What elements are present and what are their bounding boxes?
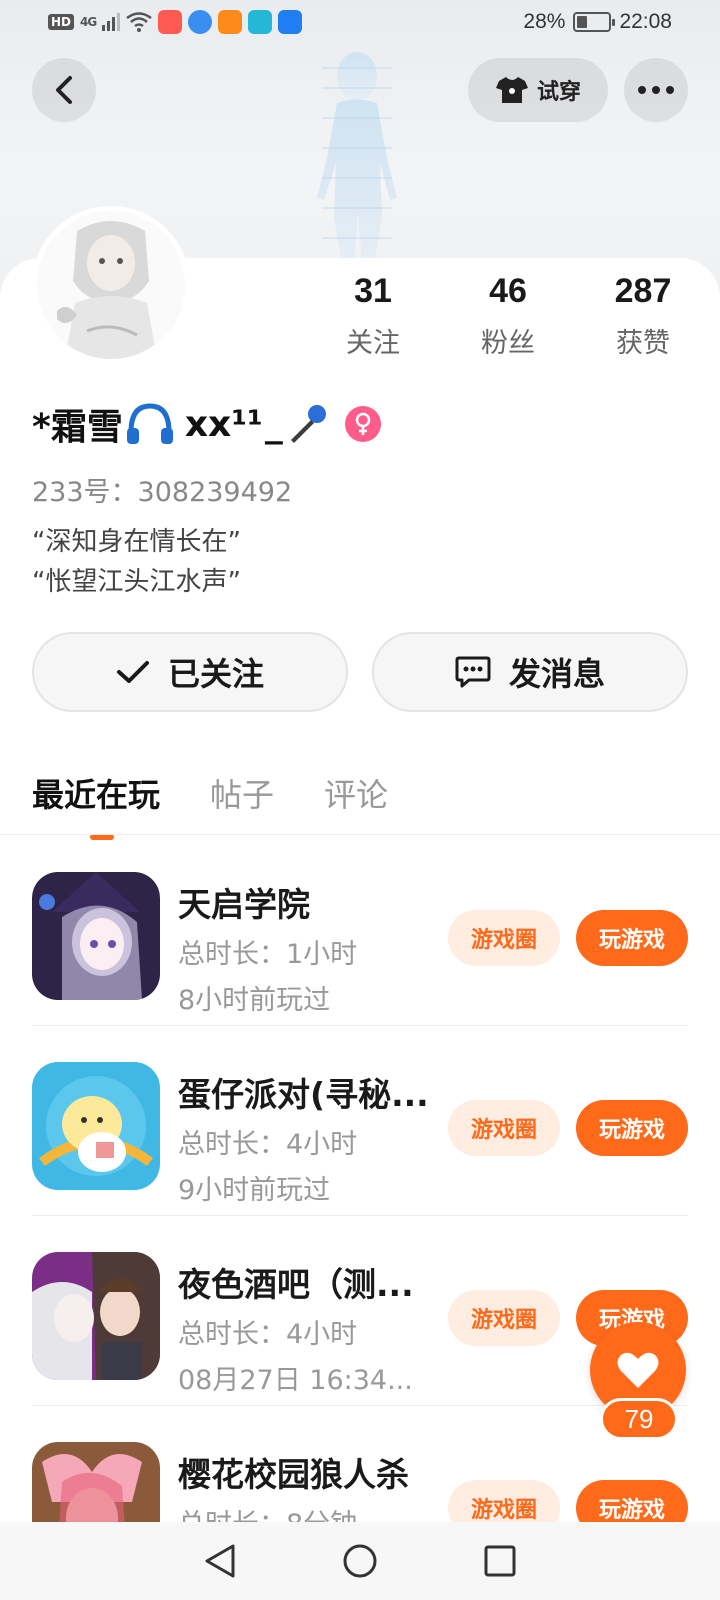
- tshirt-icon: [495, 77, 528, 103]
- game-circle-button[interactable]: 游戏圈: [448, 1480, 560, 1522]
- play-game-button[interactable]: 玩游戏: [576, 1480, 688, 1522]
- stat-followers[interactable]: 46 粉丝: [453, 272, 563, 360]
- bio-line-2: “怅望江头江水声”: [32, 567, 241, 597]
- browser-app-icon: [188, 10, 213, 34]
- message-button-label: 发消息: [508, 655, 605, 693]
- game-circle-button[interactable]: 游戏圈: [448, 1100, 560, 1156]
- tab-posts-label: 帖子: [210, 776, 275, 814]
- tab-comments[interactable]: 评论: [324, 770, 388, 816]
- nickname-mid: xx¹¹: [184, 403, 263, 445]
- signal-icon: 4G: [80, 15, 97, 29]
- battery-percent: 28%: [523, 10, 566, 33]
- game-icon: [32, 1062, 160, 1190]
- profile-tabs: 最近在玩 帖子 评论: [32, 770, 388, 840]
- signal-bars-icon: [102, 13, 121, 31]
- system-nav-bar: [0, 1522, 720, 1600]
- more-button[interactable]: [624, 58, 688, 122]
- more-icon: [638, 86, 674, 94]
- followers-label: 粉丝: [481, 328, 535, 359]
- game-duration: 总时长：1小时: [178, 939, 358, 970]
- following-button[interactable]: 已关注: [32, 632, 348, 712]
- tips-app-icon: [278, 10, 303, 34]
- female-gender-icon: [344, 406, 381, 442]
- game-duration: 总时长：8分钟: [178, 1502, 357, 1522]
- stat-following[interactable]: 31 关注: [318, 272, 428, 360]
- game-last-played: 08月27日 16:34...: [178, 1365, 413, 1396]
- tab-recently-played[interactable]: 最近在玩: [32, 770, 161, 840]
- game-title: 夜色酒吧（测...: [178, 1265, 414, 1304]
- game-last-played: 9小时前玩过: [178, 1175, 331, 1206]
- following-label: 关注: [346, 328, 400, 359]
- message-button[interactable]: 发消息: [372, 632, 688, 712]
- game-icon: [32, 872, 160, 1000]
- tabs-divider: [0, 834, 720, 835]
- try-on-label: 试穿: [536, 80, 581, 105]
- list-item[interactable]: 天启学院 总时长：1小时 8小时前玩过 游戏圈 玩游戏: [0, 836, 720, 1026]
- game-circle-button[interactable]: 游戏圈: [448, 1290, 560, 1346]
- game-duration: 总时长：4小时: [178, 1129, 358, 1160]
- bio-line-1: “深知身在情长在”: [32, 527, 241, 557]
- game-icon: [32, 1442, 160, 1522]
- avatar[interactable]: [32, 206, 190, 364]
- hd-indicator: HD: [48, 14, 75, 30]
- user-id: 233号：308239492: [32, 477, 293, 508]
- tab-posts[interactable]: 帖子: [210, 770, 274, 816]
- game-title: 蛋仔派对(寻秘...: [178, 1075, 429, 1114]
- microphone-icon: [290, 405, 326, 443]
- back-button[interactable]: [32, 58, 96, 122]
- check-icon: [116, 661, 149, 683]
- video-app-icon: [218, 10, 243, 34]
- nickname-suffix: _: [264, 403, 283, 445]
- shopping-app-icon: [158, 10, 183, 34]
- clock: 22:08: [619, 10, 672, 33]
- nickname-prefix: *霜雪: [32, 407, 123, 448]
- battery-icon: [573, 12, 616, 32]
- headphones-icon: [126, 403, 173, 444]
- play-game-button[interactable]: 玩游戏: [576, 1100, 688, 1156]
- heart-icon: [617, 1352, 659, 1388]
- tab-comments-label: 评论: [324, 776, 389, 814]
- game-title: 天启学院: [178, 885, 310, 924]
- wifi-icon: [126, 12, 152, 32]
- likes-label: 获赞: [616, 328, 670, 359]
- play-game-button[interactable]: 玩游戏: [576, 910, 688, 966]
- stats-row: 31 关注 46 粉丝 287 获赞: [318, 272, 698, 360]
- tab-recently-played-label: 最近在玩: [32, 776, 161, 814]
- following-count: 31: [354, 272, 392, 310]
- nav-back-icon[interactable]: [203, 1543, 237, 1579]
- game-icon: [32, 1252, 160, 1380]
- game-title: 樱花校园狼人杀: [178, 1455, 409, 1494]
- nav-recents-icon[interactable]: [483, 1544, 517, 1578]
- bio: “深知身在情长在” “怅望江头江水声”: [32, 522, 241, 602]
- list-item[interactable]: 蛋仔派对(寻秘... 总时长：4小时 9小时前玩过 游戏圈 玩游戏: [0, 1026, 720, 1216]
- try-on-button[interactable]: 试穿: [468, 58, 608, 122]
- reader-app-icon: [248, 10, 273, 34]
- game-duration: 总时长：4小时: [178, 1319, 358, 1350]
- game-circle-button[interactable]: 游戏圈: [448, 910, 560, 966]
- chevron-left-icon: [56, 76, 72, 104]
- nav-home-icon[interactable]: [342, 1543, 378, 1579]
- following-button-label: 已关注: [167, 655, 264, 693]
- game-last-played: 8小时前玩过: [178, 985, 331, 1016]
- followers-count: 46: [489, 272, 527, 310]
- chat-bubble-icon: [455, 656, 491, 688]
- like-count-badge: 79: [600, 1398, 678, 1440]
- avatar-figure-image: [317, 52, 397, 263]
- avatar-image: [37, 211, 185, 359]
- likes-count: 287: [614, 272, 672, 310]
- stat-likes[interactable]: 287 获赞: [588, 272, 698, 360]
- nickname: *霜雪 xx¹¹ _: [32, 398, 381, 450]
- status-bar: HD 4G 28% 22:08: [0, 0, 720, 48]
